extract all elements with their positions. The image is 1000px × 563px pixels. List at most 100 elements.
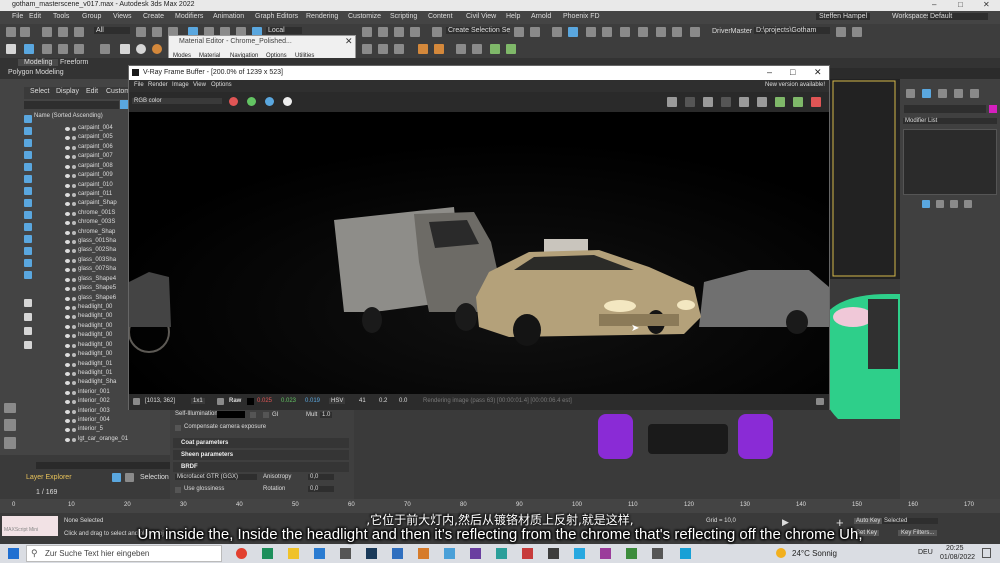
list-item[interactable]: carpaint_011	[65, 191, 112, 200]
layer-explorer-icon[interactable]	[568, 27, 578, 37]
display-spacewarps-icon[interactable]	[24, 199, 32, 207]
display-xrefs-icon[interactable]	[24, 223, 32, 231]
menu-rendering[interactable]: Rendering	[306, 13, 338, 20]
visibility-eye-icon[interactable]	[65, 381, 70, 386]
visibility-eye-icon[interactable]	[65, 211, 70, 216]
modify-tab-icon[interactable]	[922, 89, 931, 98]
visibility-eye-icon[interactable]	[65, 155, 70, 160]
display-geometry-icon[interactable]	[24, 139, 32, 147]
visibility-eye-icon[interactable]	[65, 315, 70, 320]
visibility-eye-icon[interactable]	[65, 353, 70, 358]
clock-time[interactable]: 20:25	[946, 545, 964, 552]
app-icon-4[interactable]	[314, 548, 325, 559]
clock-date[interactable]: 01/08/2022	[940, 554, 975, 561]
pin-stack-icon[interactable]	[922, 200, 930, 208]
explorer-scrollbar[interactable]	[36, 462, 170, 469]
zoom-dropdown[interactable]: 1x1	[191, 398, 205, 404]
visibility-eye-icon[interactable]	[65, 268, 70, 273]
visibility-eye-icon[interactable]	[65, 287, 70, 292]
list-item[interactable]: interior_001	[65, 389, 110, 398]
open-folder-icon[interactable]	[852, 27, 862, 37]
visibility-eye-icon[interactable]	[65, 164, 70, 169]
modifier-stack[interactable]	[903, 129, 997, 195]
app-icon-9[interactable]	[444, 548, 455, 559]
3dsmax-icon[interactable]	[680, 548, 691, 559]
anisotropy-input[interactable]: 0,0	[308, 474, 334, 480]
display-groups-icon[interactable]	[24, 211, 32, 219]
render-setup-icon[interactable]	[656, 27, 666, 37]
menu-civil-view[interactable]: Civil View	[466, 13, 496, 20]
visibility-eye-icon[interactable]	[65, 249, 70, 254]
list-item[interactable]: carpaint_004	[65, 125, 113, 134]
polygon-modeling-label[interactable]: Polygon Modeling	[8, 69, 64, 76]
display-containers-icon[interactable]	[24, 247, 32, 255]
user-account[interactable]: Steffen Hampel	[816, 13, 871, 20]
coat-parameters-header[interactable]: Coat parameters	[173, 438, 349, 448]
object-name-input[interactable]	[904, 105, 986, 113]
list-item[interactable]: carpaint_009	[65, 172, 113, 181]
app-icon-7[interactable]	[392, 548, 403, 559]
list-item[interactable]: glass_007Sha	[65, 266, 116, 275]
me-close-icon[interactable]: ✕	[345, 36, 353, 47]
ribbon-tab-freeform[interactable]: Freeform	[60, 59, 88, 66]
close-icon[interactable]: ✕	[983, 0, 990, 9]
color-mode-dropdown[interactable]: HSV	[329, 398, 346, 404]
redo-icon[interactable]	[20, 27, 30, 37]
railclone-icon[interactable]	[506, 44, 516, 54]
snap-icon[interactable]	[362, 27, 372, 37]
layer-explorer-label[interactable]: Layer Explorer	[26, 474, 72, 481]
list-item[interactable]: carpaint_007	[65, 153, 113, 162]
menu-help[interactable]: Help	[506, 13, 520, 20]
green-channel-toggle[interactable]	[247, 97, 256, 106]
vfb-log-icon[interactable]	[816, 398, 824, 405]
visibility-eye-icon[interactable]	[65, 145, 70, 150]
display-all-icon[interactable]	[24, 127, 32, 135]
file-explorer-icon[interactable]	[288, 548, 299, 559]
list-item[interactable]: chrome_Shap	[65, 229, 115, 238]
show-end-result-icon[interactable]	[936, 200, 944, 208]
remove-modifier-icon[interactable]	[964, 200, 972, 208]
phoenix-fire-icon[interactable]	[418, 44, 428, 54]
scene-explorer-icon[interactable]	[552, 27, 562, 37]
visibility-eye-icon[interactable]	[65, 183, 70, 188]
visibility-eye-icon[interactable]	[65, 127, 70, 131]
tab-display[interactable]: Display	[56, 88, 79, 95]
list-item[interactable]: interior_002	[65, 398, 110, 407]
coord-system-dropdown[interactable]: Local	[266, 27, 302, 34]
project-path-dropdown[interactable]: D:\projects\Gotham	[754, 27, 830, 34]
visibility-eye-icon[interactable]	[65, 305, 70, 310]
make-unique-icon[interactable]	[950, 200, 958, 208]
self-illum-color-swatch[interactable]	[217, 411, 245, 418]
unlink-icon[interactable]	[58, 27, 68, 37]
raw-toggle-icon[interactable]	[217, 398, 224, 405]
edit-named-sel-icon[interactable]	[432, 27, 442, 37]
visibility-eye-icon[interactable]	[65, 258, 70, 263]
app-icon-17[interactable]	[652, 548, 663, 559]
phoenix-liquid-icon[interactable]	[434, 44, 444, 54]
mirror-icon[interactable]	[514, 27, 524, 37]
brdf-type-dropdown[interactable]: Microfacet GTR (GGX)	[175, 474, 257, 480]
render-last-icon[interactable]	[775, 97, 785, 107]
list-item[interactable]: headlight_00	[65, 323, 112, 332]
render-icon[interactable]	[690, 27, 700, 37]
scene-search-input[interactable]	[24, 101, 119, 109]
interactive-render-icon[interactable]	[793, 97, 803, 107]
follow-mouse-icon[interactable]	[757, 97, 767, 107]
bind-icon[interactable]	[74, 27, 84, 37]
visibility-eye-icon[interactable]	[65, 437, 70, 442]
menu-scripting[interactable]: Scripting	[390, 13, 417, 20]
modifier-list-dropdown[interactable]: Modifier List	[903, 118, 997, 124]
material-editor-icon[interactable]	[638, 27, 648, 37]
compensate-checkbox[interactable]	[175, 425, 181, 431]
load-image-icon[interactable]	[685, 97, 695, 107]
taskbar-search-box[interactable]: ⚲ Zur Suche Text hier eingeben	[26, 545, 222, 562]
visibility-eye-icon[interactable]	[65, 324, 70, 329]
visibility-eye-icon[interactable]	[65, 400, 70, 405]
visibility-eye-icon[interactable]	[65, 230, 70, 235]
menu-animation[interactable]: Animation	[213, 13, 244, 20]
app-icon-16[interactable]	[626, 548, 637, 559]
red-channel-toggle[interactable]	[229, 97, 238, 106]
vfb-minimize-icon[interactable]: –	[767, 67, 772, 77]
curve-editor-icon[interactable]	[602, 27, 612, 37]
visibility-eye-icon[interactable]	[65, 362, 70, 367]
